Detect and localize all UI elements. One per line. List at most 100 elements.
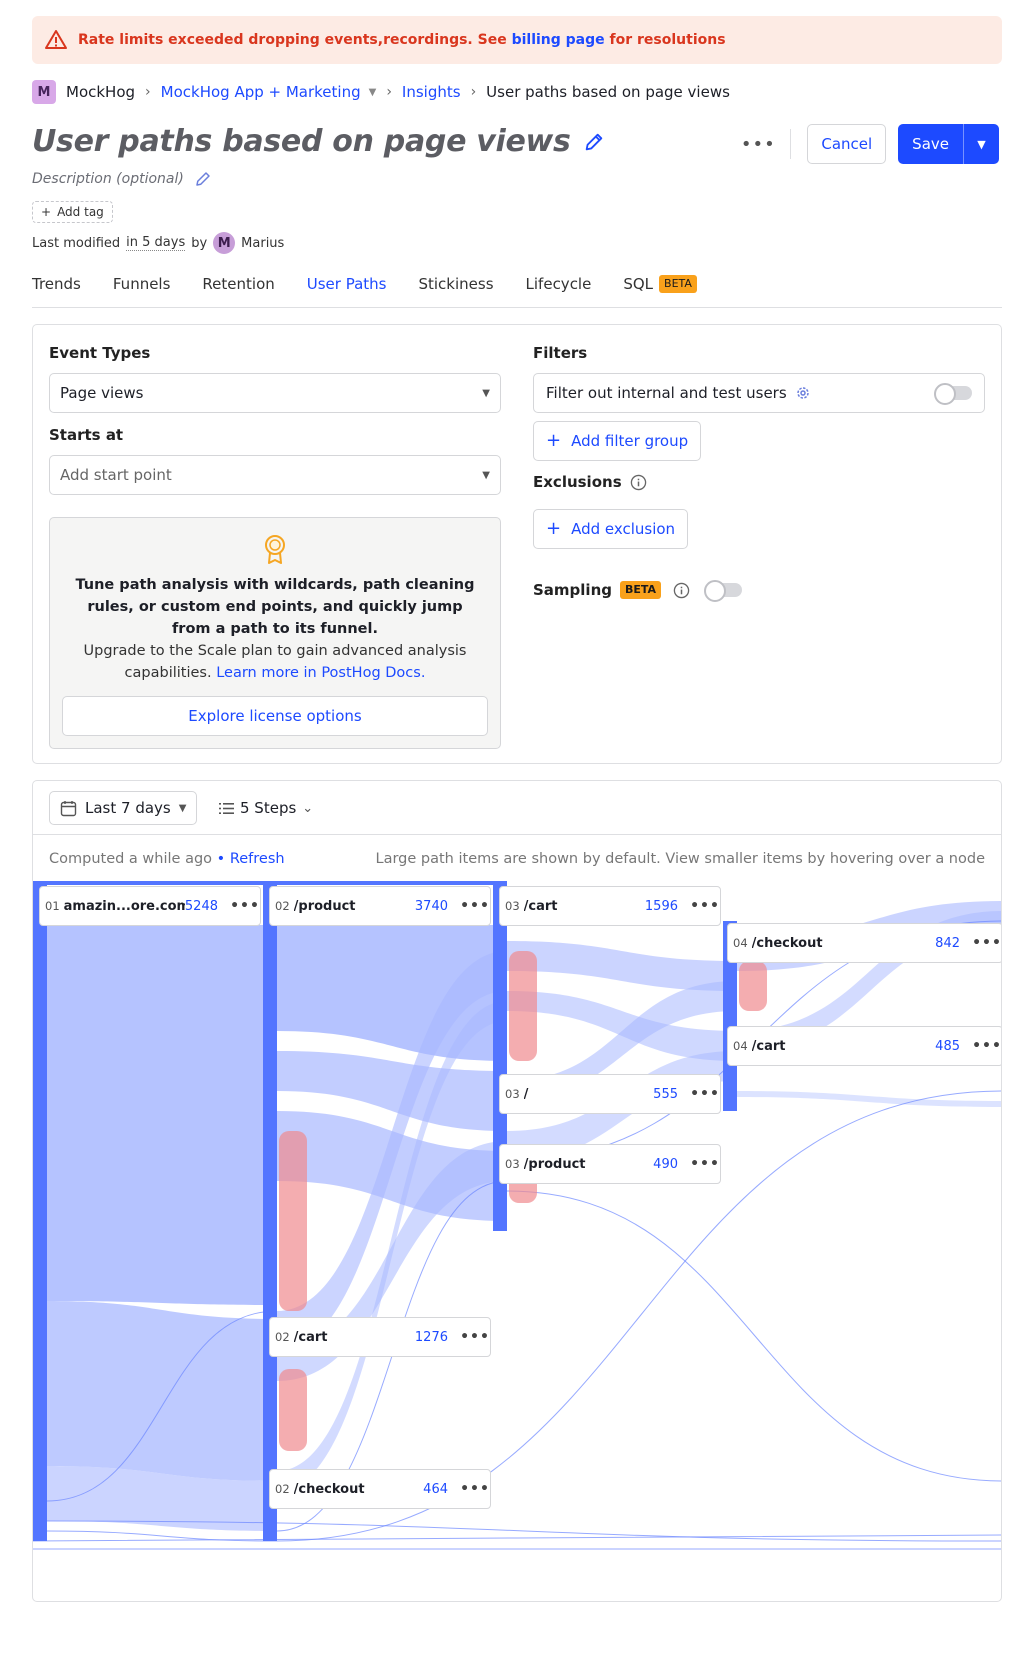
description-placeholder[interactable]: Description (optional) xyxy=(32,171,184,187)
path-count[interactable]: 555 xyxy=(653,1087,678,1102)
node-bar xyxy=(263,881,503,885)
tab-stickiness[interactable]: Stickiness xyxy=(418,268,493,308)
rate-limit-banner: Rate limits exceeded dropping events,rec… xyxy=(32,16,1002,64)
sampling-toggle[interactable] xyxy=(704,580,743,602)
path-count[interactable]: 464 xyxy=(423,1482,448,1497)
event-types-select[interactable]: Page views ▼ xyxy=(49,373,501,413)
path-flow-thin xyxy=(506,1190,1001,1482)
node-more-button[interactable]: ••• xyxy=(460,1481,490,1497)
save-dropdown-chevron-icon[interactable]: ▼ xyxy=(963,124,999,164)
docs-link[interactable]: Learn more in PostHog Docs. xyxy=(216,665,425,681)
sampling-label: Sampling BETA xyxy=(533,580,743,602)
chevron-right-icon: › xyxy=(145,84,151,100)
tab-trends[interactable]: Trends xyxy=(32,268,81,308)
path-node-card[interactable]: 04/checkout 842 ••• xyxy=(727,923,1001,963)
step-number: 01 xyxy=(45,899,60,913)
filter-internal-users-row[interactable]: Filter out internal and test users xyxy=(533,373,985,413)
path-name: / xyxy=(523,1086,529,1102)
add-filter-group-button[interactable]: + Add filter group xyxy=(533,421,702,461)
path-node-card[interactable]: 01 amazin...ore.com/5248 ••• xyxy=(39,886,261,926)
tab-funnels[interactable]: Funnels xyxy=(113,268,171,308)
gear-icon[interactable] xyxy=(795,385,811,401)
step-number: 03 xyxy=(505,899,520,913)
explore-license-button[interactable]: Explore license options xyxy=(62,696,488,736)
page-title[interactable]: User paths based on page views xyxy=(32,124,571,159)
path-count[interactable]: 842 xyxy=(935,936,960,951)
path-flow xyxy=(47,1301,277,1481)
breadcrumb-current: User paths based on page views xyxy=(486,83,730,101)
path-node-card[interactable]: 02/checkout 464 ••• xyxy=(269,1469,491,1509)
edit-pencil-icon[interactable] xyxy=(583,131,605,153)
node-more-button[interactable]: ••• xyxy=(690,898,720,914)
path-count[interactable]: 490 xyxy=(653,1157,678,1172)
steps-selector[interactable]: 5 Steps ⌄ xyxy=(209,791,323,825)
path-config-panel: Event Types Page views ▼ Starts at Add s… xyxy=(32,324,1002,764)
paths-results-panel: Last 7 days ▼ 5 Steps ⌄ Computed a while… xyxy=(32,780,1002,1602)
info-icon[interactable] xyxy=(673,582,690,599)
edit-pencil-icon[interactable] xyxy=(194,170,212,188)
results-toolbar: Last 7 days ▼ 5 Steps ⌄ xyxy=(33,781,1001,835)
add-tag-button[interactable]: + Add tag xyxy=(32,201,113,223)
plus-icon: + xyxy=(546,430,562,451)
paths-sankey: 01 amazin...ore.com/5248 ••• 02/product 3740… xyxy=(33,881,1001,1601)
path-node-card[interactable]: 03/ 555 ••• xyxy=(499,1074,721,1114)
date-range-picker[interactable]: Last 7 days ▼ xyxy=(49,791,198,825)
chevron-right-icon: › xyxy=(386,84,392,100)
more-options-button[interactable]: ••• xyxy=(741,128,775,160)
path-node-card[interactable]: 02/product 3740 ••• xyxy=(269,886,491,926)
path-name: /product xyxy=(523,1156,586,1172)
node-more-button[interactable]: ••• xyxy=(972,1038,1001,1054)
node-more-button[interactable]: ••• xyxy=(460,898,490,914)
filters-label: Filters xyxy=(533,344,588,362)
breadcrumb-org[interactable]: MockHog xyxy=(66,83,135,101)
cancel-button[interactable]: Cancel xyxy=(807,124,887,164)
start-point-select[interactable]: Add start point ▼ xyxy=(49,455,501,495)
computed-status: Computed a while ago • Refresh xyxy=(49,851,285,867)
path-node-card[interactable]: 03/cart 1596 ••• xyxy=(499,886,721,926)
author-name: Marius xyxy=(241,235,285,251)
path-flow xyxy=(507,941,737,991)
node-more-button[interactable]: ••• xyxy=(690,1156,720,1172)
upsell-headline: Tune path analysis with wildcards, path … xyxy=(75,577,475,637)
tab-sql[interactable]: SQL BETA xyxy=(623,268,697,308)
breadcrumb: M MockHog › MockHog App + Marketing ▼ › … xyxy=(32,80,730,104)
path-count[interactable]: 1276 xyxy=(415,1330,448,1345)
dropoff-bar xyxy=(279,1131,307,1311)
tab-user-paths[interactable]: User Paths xyxy=(307,268,387,308)
sankey-flows xyxy=(33,881,1001,1550)
path-name: /cart xyxy=(523,898,558,914)
path-count[interactable]: 3740 xyxy=(415,899,448,914)
breadcrumb-project[interactable]: MockHog App + Marketing xyxy=(161,83,361,101)
refresh-link[interactable]: Refresh xyxy=(230,851,285,867)
path-count[interactable]: 1596 xyxy=(645,899,678,914)
info-icon[interactable] xyxy=(630,474,647,491)
tab-lifecycle[interactable]: Lifecycle xyxy=(526,268,592,308)
path-node-card[interactable]: 03/product 490 ••• xyxy=(499,1144,721,1184)
billing-page-link[interactable]: billing page xyxy=(512,32,605,48)
node-more-button[interactable]: ••• xyxy=(972,935,1001,951)
path-node-card[interactable]: 02/cart 1276 ••• xyxy=(269,1317,491,1357)
filter-internal-toggle[interactable] xyxy=(934,383,972,405)
upgrade-upsell-card: Tune path analysis with wildcards, path … xyxy=(49,517,501,749)
node-more-button[interactable]: ••• xyxy=(460,1329,490,1345)
breadcrumb-insights[interactable]: Insights xyxy=(402,83,461,101)
add-exclusion-button[interactable]: + Add exclusion xyxy=(533,509,689,549)
save-button[interactable]: Save ▼ xyxy=(898,124,999,164)
description-row[interactable]: Description (optional) xyxy=(32,170,212,188)
chevron-down-icon: ▼ xyxy=(482,387,490,399)
award-ribbon-icon xyxy=(265,535,285,564)
chevron-down-icon[interactable]: ▼ xyxy=(369,87,377,98)
path-name: /product xyxy=(293,898,356,914)
beta-badge: BETA xyxy=(620,581,662,599)
node-more-button[interactable]: ••• xyxy=(230,898,260,914)
chevron-down-icon: ⌄ xyxy=(302,800,314,816)
tab-retention[interactable]: Retention xyxy=(202,268,274,308)
chevron-right-icon: › xyxy=(470,84,477,100)
node-more-button[interactable]: ••• xyxy=(690,1086,720,1102)
path-count[interactable]: 485 xyxy=(935,1039,960,1054)
path-node-card[interactable]: 04/cart 485 ••• xyxy=(727,1026,1001,1066)
divider xyxy=(790,129,792,159)
event-types-label: Event Types xyxy=(49,344,151,362)
path-count[interactable]: 5248 xyxy=(185,899,218,914)
step-number: 02 xyxy=(275,1482,290,1496)
